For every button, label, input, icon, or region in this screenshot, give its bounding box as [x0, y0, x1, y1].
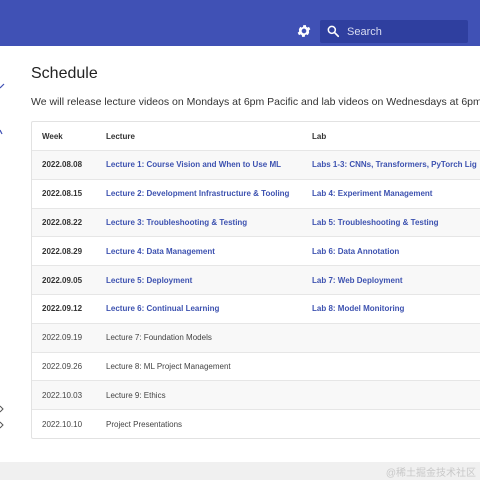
week-cell: 2022.10.10	[42, 419, 83, 429]
table-row: 2022.08.22 Lecture 3: Troubleshooting & …	[32, 207, 480, 237]
table-header-row: Week Lecture Lab	[32, 122, 480, 150]
table-row: 2022.08.15 Lecture 2: Development Infras…	[32, 178, 480, 208]
lab-link[interactable]: Lab 4: Experiment Management	[312, 189, 432, 198]
lab-link[interactable]: Lab 7: Web Deployment	[312, 276, 403, 285]
schedule-table: Week Lecture Lab 2022.08.08 Lecture 1: C…	[31, 121, 480, 439]
week-cell: 2022.10.03	[42, 390, 83, 400]
watermark: @稀土掘金技术社区	[385, 468, 476, 479]
column-header-lab: Lab	[312, 131, 327, 141]
table-row: 2022.09.19 Lecture 7: Foundation Models	[32, 322, 480, 352]
lab-link[interactable]: Lab 8: Model Monitoring	[312, 304, 404, 313]
week-cell: 2022.08.22	[42, 217, 83, 227]
lecture-cell: Project Presentations	[106, 419, 183, 429]
lecture-link[interactable]: Lecture 2: Development Infrastructure & …	[106, 189, 289, 198]
lecture-link[interactable]: Lecture 1: Course Vision and When to Use…	[106, 160, 281, 169]
week-cell: 2022.09.05	[42, 275, 83, 285]
table-row: 2022.08.29 Lecture 4: Data Management La…	[32, 236, 480, 265]
week-cell: 2022.08.29	[42, 246, 83, 256]
lecture-link[interactable]: Lecture 5: Deployment	[106, 276, 192, 285]
week-cell: 2022.09.26	[42, 361, 83, 371]
table-row: 2022.10.03 Lecture 9: Ethics	[32, 380, 480, 410]
search-input[interactable]	[347, 22, 465, 41]
lab-link[interactable]: Lab 5: Troubleshooting & Testing	[312, 218, 439, 227]
column-header-week: Week	[42, 131, 63, 141]
search-icon[interactable]	[326, 24, 340, 38]
lecture-link[interactable]: Lecture 6: Continual Learning	[106, 304, 219, 313]
lab-link[interactable]: Lab 6: Data Annotation	[312, 247, 399, 256]
gear-icon[interactable]	[296, 23, 312, 39]
table-row: 2022.09.12 Lecture 6: Continual Learning…	[32, 293, 480, 323]
lecture-link[interactable]: Lecture 4: Data Management	[106, 247, 215, 256]
column-header-lecture: Lecture	[106, 131, 135, 141]
table-row: 2022.08.08 Lecture 1: Course Vision and …	[32, 150, 480, 179]
lecture-cell: Lecture 7: Foundation Models	[106, 333, 212, 343]
week-cell: 2022.09.19	[42, 333, 83, 343]
week-cell: 2022.08.15	[42, 189, 83, 199]
intro-text: We will release lecture videos on Monday…	[31, 96, 480, 108]
table-row: 2022.09.26 Lecture 8: ML Project Managem…	[32, 351, 480, 381]
lecture-link[interactable]: Lecture 3: Troubleshooting & Testing	[106, 218, 247, 227]
page-title: Schedule	[31, 65, 98, 82]
table-row: 2022.09.05 Lecture 5: Deployment Lab 7: …	[32, 265, 480, 294]
lecture-cell: Lecture 9: Ethics	[106, 390, 166, 400]
week-cell: 2022.08.08	[42, 160, 83, 170]
lab-link[interactable]: Labs 1-3: CNNs, Transformers, PyTorch Li…	[312, 160, 477, 169]
week-cell: 2022.09.12	[42, 304, 83, 314]
lecture-cell: Lecture 8: ML Project Management	[106, 361, 231, 371]
table-row: 2022.10.10 Project Presentations	[32, 409, 480, 438]
sidebar-edge	[0, 83, 5, 429]
